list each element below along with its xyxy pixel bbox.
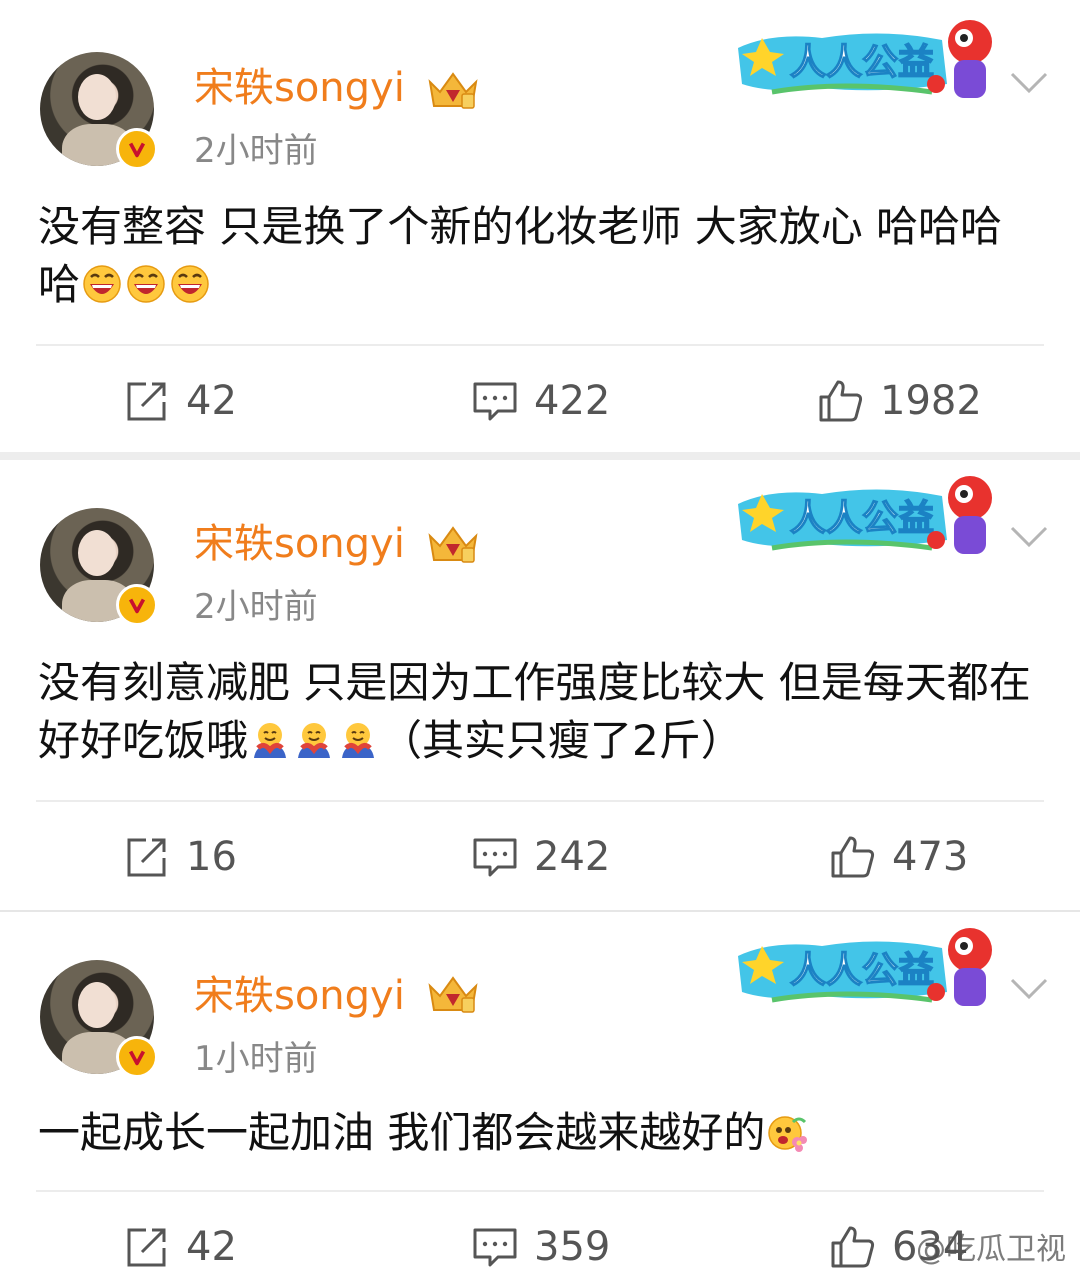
- hug-emoji: [298, 722, 331, 758]
- username[interactable]: 宋轶songyi: [194, 976, 405, 1016]
- repost-icon: [127, 838, 166, 877]
- divider: [36, 1190, 1044, 1192]
- comment-button[interactable]: 242: [472, 834, 610, 880]
- like-count: 1982: [880, 378, 982, 424]
- laugh-emoji: [83, 264, 121, 303]
- comment-count: 359: [534, 1224, 611, 1270]
- hug-emoji: [254, 722, 287, 758]
- verified-badge-icon: [116, 128, 158, 170]
- crown-badge-icon: [428, 976, 478, 1013]
- charity-banner[interactable]: 人人公益: [732, 922, 1002, 1012]
- divider: [36, 344, 1044, 346]
- weibo-post: 宋轶songyi 2小时前 人人公益 没有整容 只是换了个新的化妆老师 大家放心…: [0, 0, 1080, 454]
- post-text: 一起成长一起加油 我们都会越来越好的: [38, 1108, 766, 1157]
- verified-badge-icon: [116, 1036, 158, 1078]
- post-time: 2小时前: [194, 131, 318, 171]
- like-button[interactable]: 473: [830, 834, 968, 880]
- verified-badge-icon: [116, 584, 158, 626]
- comment-icon: [473, 838, 517, 877]
- post-text-suffix: （其实只瘦了2斤）: [380, 716, 743, 765]
- comment-icon: [473, 1228, 517, 1267]
- post-content: 没有刻意减肥 只是因为工作强度比较大 但是每天都在好好吃饭哦 （其实只瘦了2斤）: [38, 654, 1038, 770]
- post-time: 2小时前: [194, 587, 318, 627]
- banner-text: 人人公益: [790, 42, 934, 83]
- repost-count: 42: [186, 1224, 237, 1270]
- charity-banner[interactable]: 人人公益: [732, 470, 1002, 560]
- laugh-emoji: [127, 264, 165, 303]
- hug-emoji: [342, 722, 375, 758]
- like-button[interactable]: 1982: [818, 378, 982, 424]
- flower-face-emoji: [768, 1115, 808, 1152]
- repost-button[interactable]: 16: [124, 834, 237, 880]
- like-count: 473: [892, 834, 969, 880]
- repost-icon: [127, 382, 166, 421]
- post-time: 1小时前: [194, 1039, 318, 1079]
- repost-button[interactable]: 42: [124, 1224, 237, 1270]
- banner-text: 人人公益: [790, 498, 934, 539]
- watermark-text: @吃瓜卫视: [916, 1232, 1066, 1267]
- comment-button[interactable]: 359: [472, 1224, 610, 1270]
- comment-count: 242: [534, 834, 611, 880]
- repost-count: 42: [186, 378, 237, 424]
- repost-count: 16: [186, 834, 237, 880]
- chevron-down-icon[interactable]: [1008, 976, 1050, 1002]
- charity-banner[interactable]: 人人公益: [732, 14, 1002, 104]
- crown-badge-icon: [428, 72, 478, 109]
- banner-text: 人人公益: [790, 950, 934, 991]
- repost-button[interactable]: 42: [124, 378, 237, 424]
- chevron-down-icon[interactable]: [1008, 70, 1050, 96]
- username[interactable]: 宋轶songyi: [194, 524, 405, 564]
- post-separator: [0, 452, 1080, 460]
- weibo-post: 宋轶songyi 2小时前 人人公益 没有刻意减肥 只是因为工作强度比较大 但是…: [0, 460, 1080, 910]
- like-icon: [819, 380, 863, 422]
- username[interactable]: 宋轶songyi: [194, 68, 405, 108]
- chevron-down-icon[interactable]: [1008, 524, 1050, 550]
- laugh-emoji: [171, 264, 209, 303]
- repost-icon: [127, 1228, 166, 1267]
- divider: [36, 800, 1044, 802]
- comment-button[interactable]: 422: [472, 378, 610, 424]
- crown-badge-icon: [428, 526, 478, 563]
- comment-icon: [473, 382, 517, 421]
- post-content: 没有整容 只是换了个新的化妆老师 大家放心 哈哈哈哈: [38, 198, 1038, 314]
- like-icon: [831, 1226, 875, 1268]
- comment-count: 422: [534, 378, 611, 424]
- post-content: 一起成长一起加油 我们都会越来越好的: [38, 1104, 1038, 1162]
- like-icon: [831, 836, 875, 878]
